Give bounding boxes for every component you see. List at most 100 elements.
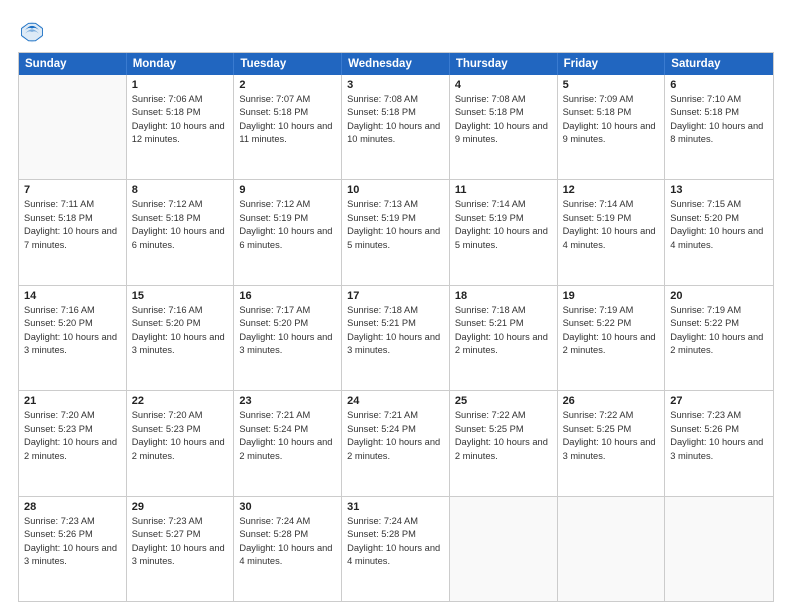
day-cell-12: 12 Sunrise: 7:14 AMSunset: 5:19 PMDayligh… (558, 180, 666, 284)
cell-info-line: Daylight: 10 hours and 5 minutes. (347, 225, 444, 252)
cell-info-line: Sunset: 5:19 PM (347, 212, 444, 225)
day-cell-17: 17Sunrise: 7:18 AMSunset: 5:21 PMDayligh… (342, 286, 450, 390)
cell-info-line: Daylight: 10 hours and 9 minutes. (455, 120, 552, 147)
logo (18, 18, 50, 46)
cell-info-line: Sunrise: 7:09 AM (563, 93, 660, 106)
cell-info-line: Sunset: 5:18 PM (132, 212, 229, 225)
cell-info-line: Sunrise: 7:16 AM (132, 304, 229, 317)
day-number: 24 (347, 395, 444, 407)
day-number: 14 (24, 290, 121, 302)
cell-info-line: Daylight: 10 hours and 4 minutes. (563, 225, 660, 252)
day-number: 12 (563, 184, 660, 196)
header (18, 18, 774, 46)
day-cell-20: 20 Sunrise: 7:19 AMSunset: 5:22 PMDayligh… (665, 286, 773, 390)
cell-info-line: Sunrise: 7:12 AM (239, 198, 336, 211)
day-cell-28: 28Sunrise: 7:23 AMSunset: 5:26 PMDayligh… (19, 497, 127, 601)
cell-info-line: Daylight: 10 hours and 2 minutes. (670, 331, 768, 358)
day-number: 28 (24, 501, 121, 513)
cell-info-line: Sunrise: 7:08 AM (455, 93, 552, 106)
cell-info-line: Sunrise: 7:19 AM (563, 304, 660, 317)
header-day-monday: Monday (127, 53, 235, 75)
day-number: 18 (455, 290, 552, 302)
cell-info-line: Sunset: 5:19 PM (455, 212, 552, 225)
day-cell-22: 22Sunrise: 7:20 AMSunset: 5:23 PMDayligh… (127, 391, 235, 495)
cell-info-line: Sunrise: 7:16 AM (24, 304, 121, 317)
cell-info-line: Sunrise: 7:23 AM (670, 409, 768, 422)
day-number: 5 (563, 79, 660, 91)
cell-info-line: Sunrise: 7:23 AM (24, 515, 121, 528)
cell-info-line: Daylight: 10 hours and 2 minutes. (455, 331, 552, 358)
cell-info-line: Sunrise: 7:14 AM (563, 198, 660, 211)
day-number: 13 (670, 184, 768, 196)
cell-info-line: Daylight: 10 hours and 11 minutes. (239, 120, 336, 147)
cell-info-line: Daylight: 10 hours and 2 minutes. (24, 436, 121, 463)
cell-info-line: Sunset: 5:22 PM (563, 317, 660, 330)
cell-info-line: Sunset: 5:19 PM (563, 212, 660, 225)
cell-info-line: Sunset: 5:20 PM (24, 317, 121, 330)
day-cell-21: 21Sunrise: 7:20 AMSunset: 5:23 PMDayligh… (19, 391, 127, 495)
day-cell-15: 15Sunrise: 7:16 AMSunset: 5:20 PMDayligh… (127, 286, 235, 390)
day-number: 10 (347, 184, 444, 196)
day-number: 7 (24, 184, 121, 196)
cell-info-line: Sunset: 5:21 PM (455, 317, 552, 330)
day-cell-14: 14Sunrise: 7:16 AMSunset: 5:20 PMDayligh… (19, 286, 127, 390)
header-day-thursday: Thursday (450, 53, 558, 75)
cell-info-line: Sunrise: 7:11 AM (24, 198, 121, 211)
cell-info-line: Sunrise: 7:13 AM (347, 198, 444, 211)
header-day-sunday: Sunday (19, 53, 127, 75)
cell-info-line: Sunrise: 7:19 AM (670, 304, 768, 317)
cell-info-line: Sunset: 5:22 PM (670, 317, 768, 330)
day-cell-8: 8Sunrise: 7:12 AMSunset: 5:18 PMDaylight… (127, 180, 235, 284)
day-number: 19 (563, 290, 660, 302)
calendar-header: SundayMondayTuesdayWednesdayThursdayFrid… (19, 53, 773, 75)
cell-info-line: Daylight: 10 hours and 3 minutes. (132, 542, 229, 569)
calendar: SundayMondayTuesdayWednesdayThursdayFrid… (18, 52, 774, 602)
day-number: 20 (670, 290, 768, 302)
day-number: 21 (24, 395, 121, 407)
day-number: 4 (455, 79, 552, 91)
cell-info-line: Daylight: 10 hours and 9 minutes. (563, 120, 660, 147)
day-number: 23 (239, 395, 336, 407)
page: SundayMondayTuesdayWednesdayThursdayFrid… (0, 0, 792, 612)
header-day-tuesday: Tuesday (234, 53, 342, 75)
day-cell-3: 3Sunrise: 7:08 AMSunset: 5:18 PMDaylight… (342, 75, 450, 179)
cell-info-line: Sunrise: 7:21 AM (347, 409, 444, 422)
empty-cell (558, 497, 666, 601)
day-cell-25: 25Sunrise: 7:22 AMSunset: 5:25 PMDayligh… (450, 391, 558, 495)
day-number: 30 (239, 501, 336, 513)
cell-info-line: Sunrise: 7:07 AM (239, 93, 336, 106)
cell-info-line: Sunrise: 7:17 AM (239, 304, 336, 317)
calendar-body: 1Sunrise: 7:06 AMSunset: 5:18 PMDaylight… (19, 75, 773, 601)
cell-info-line: Sunset: 5:20 PM (239, 317, 336, 330)
day-cell-23: 23Sunrise: 7:21 AMSunset: 5:24 PMDayligh… (234, 391, 342, 495)
day-cell-4: 4Sunrise: 7:08 AMSunset: 5:18 PMDaylight… (450, 75, 558, 179)
day-cell-6: 6Sunrise: 7:10 AMSunset: 5:18 PMDaylight… (665, 75, 773, 179)
cell-info-line: Sunrise: 7:18 AM (347, 304, 444, 317)
cell-info-line: Daylight: 10 hours and 3 minutes. (670, 436, 768, 463)
cell-info-line: Sunrise: 7:22 AM (455, 409, 552, 422)
cell-info-line: Sunrise: 7:12 AM (132, 198, 229, 211)
cell-info-line: Sunrise: 7:20 AM (24, 409, 121, 422)
cell-info-line: Sunset: 5:28 PM (239, 528, 336, 541)
cell-info-line: Daylight: 10 hours and 4 minutes. (670, 225, 768, 252)
week-row-3: 21Sunrise: 7:20 AMSunset: 5:23 PMDayligh… (19, 390, 773, 495)
cell-info-line: Sunrise: 7:23 AM (132, 515, 229, 528)
cell-info-line: Daylight: 10 hours and 2 minutes. (455, 436, 552, 463)
cell-info-line: Daylight: 10 hours and 5 minutes. (455, 225, 552, 252)
cell-info-line: Sunset: 5:18 PM (670, 106, 768, 119)
cell-info-line: Sunrise: 7:24 AM (239, 515, 336, 528)
cell-info-line: Daylight: 10 hours and 6 minutes. (239, 225, 336, 252)
cell-info-line: Sunset: 5:20 PM (670, 212, 768, 225)
cell-info-line: Sunset: 5:18 PM (239, 106, 336, 119)
day-number: 6 (670, 79, 768, 91)
cell-info-line: Sunset: 5:28 PM (347, 528, 444, 541)
cell-info-line: Sunrise: 7:22 AM (563, 409, 660, 422)
day-cell-9: 9Sunrise: 7:12 AMSunset: 5:19 PMDaylight… (234, 180, 342, 284)
cell-info-line: Daylight: 10 hours and 3 minutes. (563, 436, 660, 463)
day-cell-16: 16Sunrise: 7:17 AMSunset: 5:20 PMDayligh… (234, 286, 342, 390)
day-number: 31 (347, 501, 444, 513)
day-number: 26 (563, 395, 660, 407)
cell-info-line: Daylight: 10 hours and 3 minutes. (347, 331, 444, 358)
cell-info-line: Daylight: 10 hours and 2 minutes. (239, 436, 336, 463)
day-cell-7: 7Sunrise: 7:11 AMSunset: 5:18 PMDaylight… (19, 180, 127, 284)
